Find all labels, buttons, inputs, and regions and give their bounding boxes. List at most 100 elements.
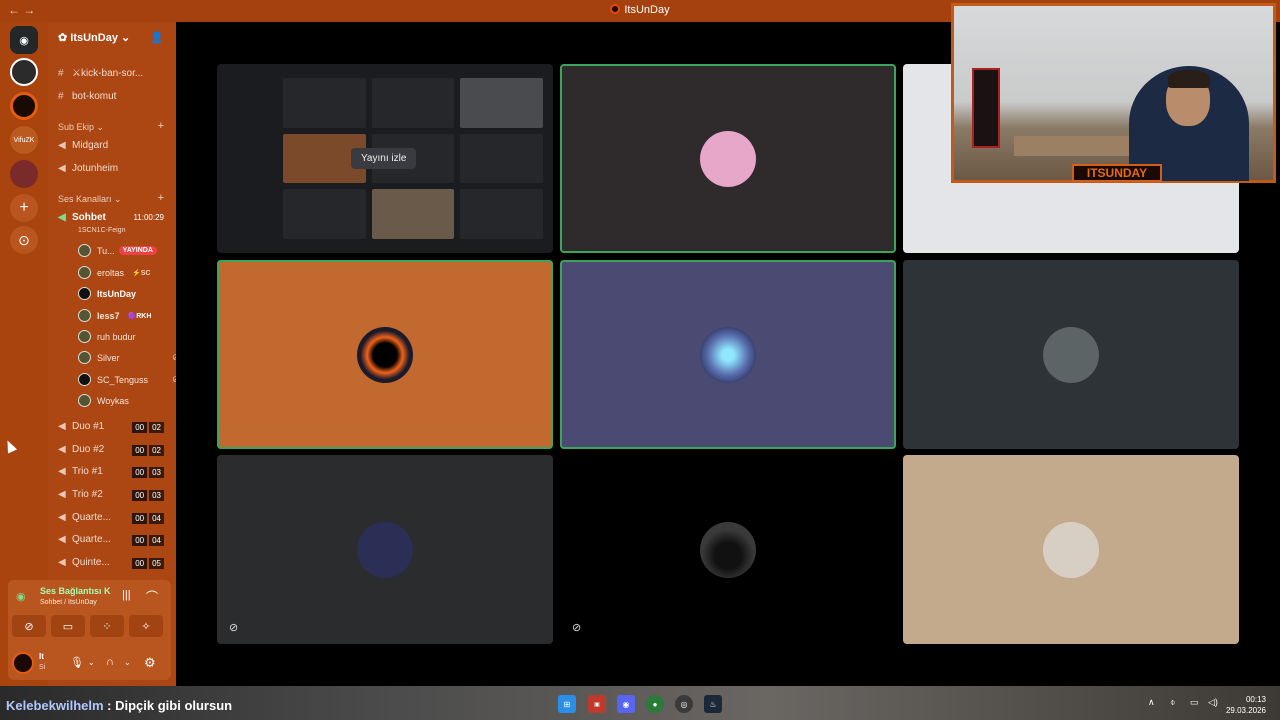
voice-user[interactable]: ruh budur [78, 330, 136, 343]
voice-channel-midgard[interactable]: ◀ Midgard [58, 140, 108, 151]
avatar [700, 521, 756, 578]
voice-status: 1SCN1C-Feign [78, 227, 126, 234]
obs-icon[interactable]: ◎ [675, 695, 693, 713]
noise-icon[interactable]: ||| [122, 589, 131, 601]
server-icon-vifuzk[interactable]: VifuZK [10, 126, 38, 154]
channel-kick-ban[interactable]: # ⚔kick-ban-sor... [58, 68, 143, 79]
avatar [78, 373, 91, 386]
avatar [78, 394, 91, 407]
screen-share-button[interactable]: ▭ [51, 615, 85, 637]
avatar [1043, 326, 1099, 383]
channel-bot-komut[interactable]: # bot-komut [58, 91, 116, 102]
avatar [700, 326, 756, 383]
add-server-icon[interactable]: + [10, 194, 38, 222]
watch-stream-button[interactable]: Yayını izle [351, 148, 417, 169]
voice-channel-duo-2[interactable]: ◀ Duo #2 [58, 444, 104, 455]
user-tile[interactable] [560, 260, 896, 449]
voice-channel-trio-2[interactable]: ◀ Trio #2 [58, 489, 103, 500]
voice-user[interactable]: Tu... YAYINDA [78, 244, 157, 257]
user-tile[interactable] [560, 64, 896, 253]
clock-time: 00:13 [1245, 695, 1266, 704]
camera-off-button[interactable]: ⊘ [12, 615, 46, 637]
user-avatar[interactable] [12, 652, 34, 674]
server-icon-1[interactable] [10, 58, 38, 86]
windows-start-icon[interactable]: ⊞ [558, 695, 576, 713]
voice-channel-quartet-2[interactable]: ◀ Quarte... [58, 534, 111, 545]
voice-user[interactable]: Silver⊘ [78, 351, 180, 364]
headset-icon[interactable]: ∩ [106, 656, 114, 668]
discord-home-icon[interactable]: ◉ [10, 26, 38, 54]
server-header[interactable]: ✿ ItsUnDay ⌄ [58, 31, 130, 44]
chevron-down-icon[interactable]: ⌄ [124, 658, 131, 667]
network-icon[interactable]: ▭ [1190, 697, 1199, 708]
chat-overlay: Kelebekwilhelm : Dipçik gibi olursun [6, 698, 232, 713]
speaker-icon: ◀ [58, 557, 66, 568]
user-limit: 00 02 [130, 422, 164, 433]
voice-user[interactable]: ItsUnDay [78, 287, 136, 300]
server-shield-icon: ✿ [58, 32, 71, 44]
server-folder-icon[interactable] [10, 160, 38, 188]
user-tile[interactable]: ⊘ [217, 455, 553, 644]
app-icon[interactable]: ▣ [588, 695, 606, 713]
stream-tile[interactable]: Yayını izle [217, 64, 553, 253]
mic-tray-icon[interactable]: ⌽ [1170, 697, 1175, 708]
chevron-down-icon[interactable]: ⌄ [88, 658, 95, 667]
webcam-lamp [972, 68, 1000, 148]
webcam-hair [1168, 70, 1210, 88]
voice-channel-duo-1[interactable]: ◀ Duo #1 [58, 421, 104, 432]
voice-channel-quartet-1[interactable]: ◀ Quarte... [58, 512, 111, 523]
volume-icon[interactable]: ◁) [1208, 697, 1218, 708]
voice-channel-trio-1[interactable]: ◀ Trio #1 [58, 466, 103, 477]
add-channel-icon[interactable]: + [158, 120, 164, 132]
voice-user[interactable]: eroltas ⚡SC [78, 266, 154, 279]
user-name: It [39, 652, 44, 661]
add-channel-icon[interactable]: + [158, 192, 164, 204]
voice-user[interactable]: Woykas [78, 394, 129, 407]
voice-location[interactable]: Sohbet / ItsUnDay [40, 599, 97, 606]
voice-user[interactable]: less7 🟣RKH [78, 309, 155, 322]
user-limit: 00 04 [130, 513, 164, 524]
avatar [357, 326, 413, 383]
webcam-nameplate: ITSUNDAY [1072, 164, 1162, 182]
user-tag: ⚡SC [132, 269, 151, 277]
avatar [357, 521, 413, 578]
user-limit: 00 02 [130, 445, 164, 456]
server-icon-itsunday[interactable] [10, 92, 38, 120]
avatar [78, 266, 91, 279]
disconnect-icon[interactable]: ⌒ [146, 588, 158, 605]
user-tile[interactable] [903, 260, 1239, 449]
settings-gear-icon[interactable]: ⚙ [144, 655, 156, 671]
avatar [78, 351, 91, 364]
microphone-icon[interactable]: 🎙 [70, 656, 84, 669]
voice-timer: 11:00:29 [133, 213, 164, 222]
user-tile[interactable]: ⊘ [560, 455, 896, 644]
activities-button[interactable]: ⁘ [90, 615, 124, 637]
clock-date: 29.03.2026 [1225, 706, 1266, 715]
tray-chevron-icon[interactable]: ∧ [1148, 697, 1155, 708]
category-ses-kanallari[interactable]: Ses Kanalları ⌄ [58, 194, 122, 205]
avatar [78, 287, 91, 300]
soundboard-button[interactable]: ✧ [129, 615, 163, 637]
user-status: Si [39, 664, 46, 671]
voice-user[interactable]: SC_Tenguss⊘ [78, 373, 180, 386]
discord-icon[interactable]: ◉ [617, 695, 635, 713]
speaker-icon: ◀ [58, 512, 66, 523]
clock[interactable]: 00:13 29.03.2026 [1226, 694, 1266, 716]
speaker-icon: ◀ [58, 534, 66, 545]
voice-channel-jotunheim[interactable]: ◀ Jotunheim [58, 163, 118, 174]
user-tile[interactable] [217, 260, 553, 449]
signal-icon: ◉ [16, 591, 26, 603]
voice-channel-sohbet[interactable]: ◀ Sohbet [58, 212, 106, 223]
user-tile[interactable] [903, 455, 1239, 644]
invite-icon[interactable]: 👤 [150, 31, 164, 44]
explore-icon[interactable]: ⊙ [10, 226, 38, 254]
speaker-icon: ◀ [58, 421, 66, 432]
speaker-icon: ◀ [58, 212, 66, 223]
steam-icon[interactable]: ♨ [704, 695, 722, 713]
voice-channel-quintet[interactable]: ◀ Quinte... [58, 557, 110, 568]
voice-status-text[interactable]: Ses Bağlantısı K [40, 586, 111, 596]
speaker-icon: ◀ [58, 489, 66, 500]
category-sub-ekip[interactable]: Sub Ekip ⌄ [58, 122, 104, 133]
chrome-icon[interactable]: ● [646, 695, 664, 713]
avatar [78, 309, 91, 322]
